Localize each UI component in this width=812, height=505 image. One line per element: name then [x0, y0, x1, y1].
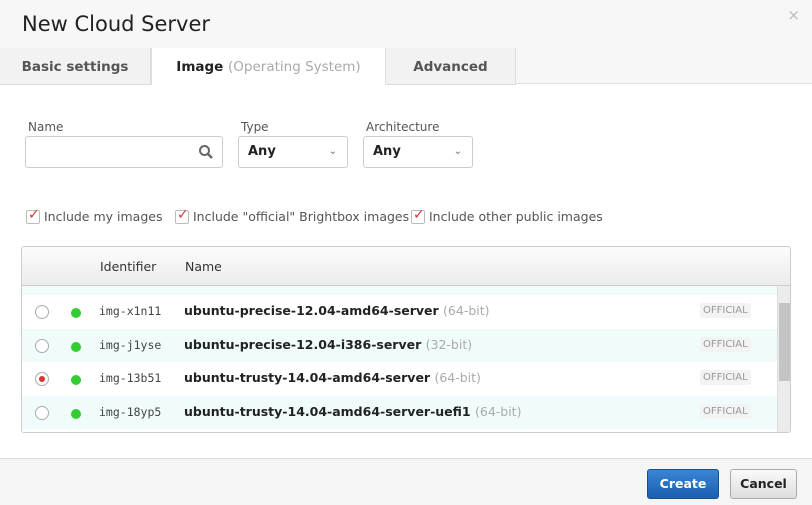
- architecture-value: Any: [373, 144, 401, 159]
- architecture-label: Architecture: [366, 120, 440, 134]
- status-dot-icon: [71, 341, 81, 352]
- image-name: ubuntu-trusty-14.04-amd64-server-uefi1: [184, 403, 471, 419]
- column-identifier[interactable]: Identifier: [100, 259, 156, 274]
- image-name-cell: ubuntu-trusty-14.04-amd64-server-uefi1 (…: [184, 404, 521, 419]
- row-radio[interactable]: [35, 338, 49, 353]
- images-table: Identifier Name img-x1n11 ubuntu-precise…: [21, 246, 791, 433]
- checkbox-icon: ✓: [175, 206, 189, 224]
- tab-image[interactable]: Image (Operating System): [151, 48, 386, 85]
- type-value: Any: [248, 144, 276, 159]
- checkbox-label: Include other public images: [429, 209, 603, 224]
- include-official-images-checkbox[interactable]: ✓ Include "official" Brightbox images: [175, 206, 410, 224]
- image-bits: (64-bit): [434, 370, 481, 385]
- table-row[interactable]: img-18yp5 ubuntu-trusty-14.04-amd64-serv…: [22, 395, 790, 429]
- image-name-cell: ubuntu-trusty-14.04-amd64-server (64-bit…: [184, 370, 481, 385]
- include-public-images-checkbox[interactable]: ✓ Include other public images: [411, 206, 603, 224]
- type-label: Type: [241, 120, 269, 134]
- image-bits: (64-bit): [443, 303, 490, 318]
- table-row[interactable]: img-13b51 ubuntu-trusty-14.04-amd64-serv…: [22, 362, 790, 396]
- status-dot-icon: [71, 408, 81, 419]
- table-row[interactable]: img-j1yse ubuntu-precise-12.04-i386-serv…: [22, 328, 790, 362]
- status-dot-icon: [71, 308, 81, 318]
- tab-basic-settings[interactable]: Basic settings: [0, 48, 151, 85]
- tab-advanced[interactable]: Advanced: [386, 48, 516, 85]
- image-identifier: img-j1yse: [99, 337, 162, 352]
- row-radio[interactable]: [35, 372, 49, 386]
- table-row[interactable]: img-x1n11 ubuntu-precise-12.04-amd64-ser…: [22, 295, 790, 329]
- official-badge: OFFICIAL: [700, 303, 751, 318]
- image-name: ubuntu-precise-12.04-i386-server: [184, 336, 422, 352]
- official-badge: OFFICIAL: [700, 370, 751, 385]
- image-identifier: img-x1n11: [99, 304, 162, 318]
- dialog-title: New Cloud Server: [22, 12, 211, 36]
- chevron-down-icon: ⌄: [453, 146, 462, 157]
- chevron-down-icon: ⌄: [328, 146, 337, 157]
- tab-sublabel: (Operating System): [228, 59, 361, 75]
- name-search-input[interactable]: [25, 136, 223, 168]
- checkbox-icon: ✓: [411, 206, 425, 224]
- checkbox-label: Include my images: [44, 209, 163, 224]
- image-name-cell: ubuntu-precise-12.04-i386-server (32-bit…: [184, 337, 472, 352]
- image-bits: (64-bit): [474, 403, 522, 419]
- image-identifier: img-13b51: [99, 371, 162, 385]
- type-select[interactable]: Any ⌄: [238, 136, 348, 168]
- tab-label: Advanced: [413, 59, 488, 75]
- official-badge: OFFICIAL: [700, 336, 751, 352]
- create-button[interactable]: Create: [647, 469, 719, 499]
- image-name: ubuntu-trusty-14.04-amd64-server: [184, 370, 431, 385]
- tab-label: Basic settings: [21, 59, 129, 75]
- column-name[interactable]: Name: [185, 259, 222, 274]
- image-name: ubuntu-precise-12.04-amd64-server: [184, 303, 439, 318]
- row-radio[interactable]: [35, 305, 49, 319]
- table-header: Identifier Name: [22, 247, 790, 286]
- scrollbar-thumb[interactable]: [779, 303, 790, 381]
- cancel-button[interactable]: Cancel: [730, 469, 797, 499]
- architecture-select[interactable]: Any ⌄: [363, 136, 473, 168]
- official-badge: OFFICIAL: [700, 403, 751, 419]
- image-name-cell: ubuntu-precise-12.04-amd64-server (64-bi…: [184, 303, 490, 318]
- checkbox-icon: ✓: [26, 206, 40, 224]
- name-label: Name: [28, 120, 64, 134]
- search-icon: [199, 145, 213, 159]
- close-icon[interactable]: ×: [787, 6, 800, 24]
- dialog-header: New Cloud Server × Basic settings Image …: [0, 0, 812, 85]
- image-identifier: img-18yp5: [99, 404, 162, 419]
- tab-label: Image: [176, 59, 224, 75]
- image-bits: (32-bit): [425, 336, 473, 352]
- row-radio[interactable]: [35, 405, 49, 420]
- scrollbar[interactable]: [777, 286, 790, 432]
- partial-row: [22, 286, 790, 295]
- dialog-footer: Create Cancel: [0, 458, 812, 505]
- status-dot-icon: [71, 375, 81, 385]
- include-my-images-checkbox[interactable]: ✓ Include my images: [26, 206, 163, 224]
- checkbox-label: Include "official" Brightbox images: [193, 209, 410, 224]
